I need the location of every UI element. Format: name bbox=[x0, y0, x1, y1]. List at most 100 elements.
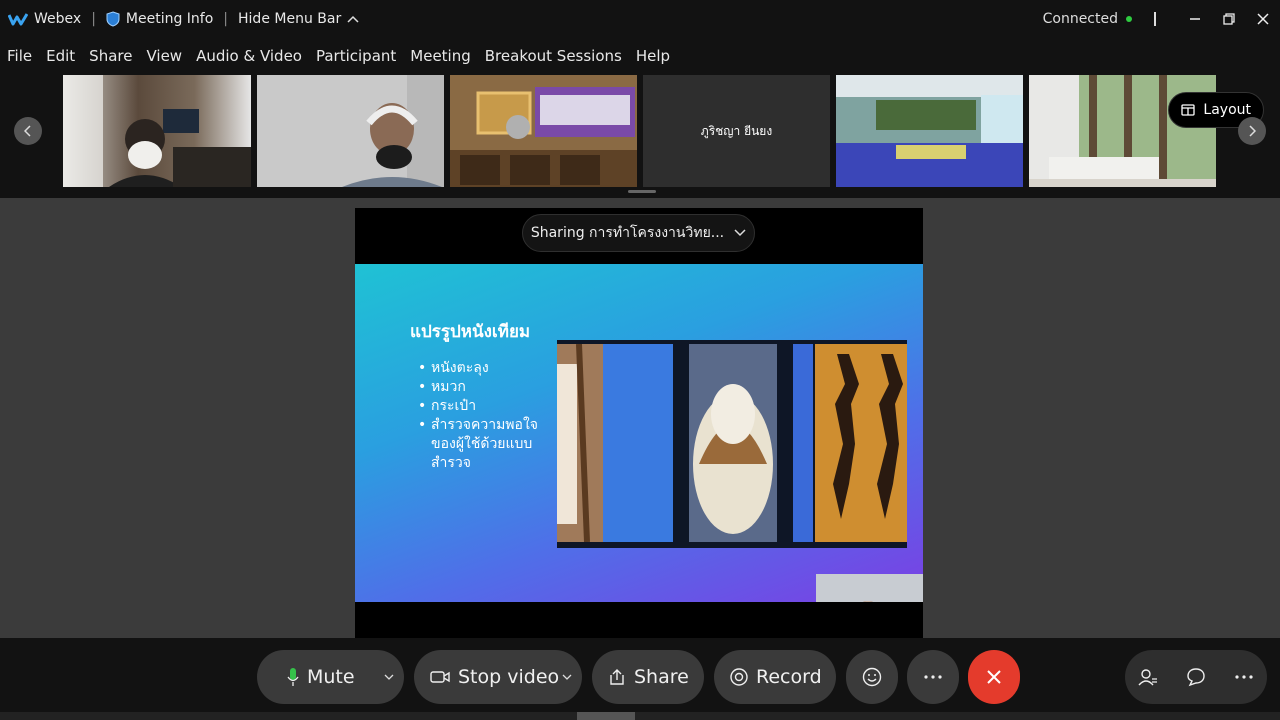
bottom-drag-handle[interactable] bbox=[577, 712, 635, 720]
minimize-button[interactable] bbox=[1178, 10, 1212, 29]
more-panels-button[interactable] bbox=[1221, 650, 1267, 704]
participants-panel-button[interactable] bbox=[1125, 650, 1171, 704]
shared-content-frame: Sharing การทำโครงงานวิทย... แปรรูปหนังเท… bbox=[355, 208, 923, 638]
app-logo: Webex bbox=[8, 11, 81, 27]
webex-logo-icon bbox=[8, 13, 28, 26]
more-options-button[interactable] bbox=[907, 650, 959, 704]
meeting-control-bar: Mute Stop video Share Record bbox=[0, 638, 1280, 720]
participant-video-image bbox=[257, 75, 444, 187]
slide-photo bbox=[603, 344, 673, 542]
slide-bullet: กระเป๋า bbox=[418, 397, 558, 416]
layout-icon bbox=[1181, 104, 1196, 116]
minimize-icon bbox=[1190, 17, 1200, 20]
menu-view[interactable]: View bbox=[146, 47, 182, 65]
slide-film-strip bbox=[557, 340, 907, 548]
participant-video-image bbox=[63, 75, 251, 187]
stop-video-button[interactable]: Stop video bbox=[414, 650, 582, 704]
participant-video-image bbox=[836, 75, 1023, 187]
participant-video-tile[interactable] bbox=[257, 75, 444, 187]
connection-status-label: Connected bbox=[1042, 11, 1118, 27]
stop-video-label: Stop video bbox=[458, 666, 560, 688]
meeting-info-button[interactable]: Meeting Info bbox=[106, 11, 213, 27]
sharing-label: Sharing การทำโครงงานวิทย... bbox=[530, 225, 725, 241]
participant-icon bbox=[1138, 669, 1157, 686]
share-icon bbox=[610, 669, 624, 685]
hide-menu-label: Hide Menu Bar bbox=[238, 11, 342, 27]
self-view-video[interactable] bbox=[816, 574, 923, 602]
microphone-icon bbox=[287, 668, 299, 686]
participant-name-tile[interactable]: ภูริชญา ยีนยง bbox=[643, 75, 830, 187]
slide-bullet: สำรวจความพอใจของผู้ใช้ด้วยแบบสำรวจ bbox=[418, 416, 558, 473]
sharing-dropdown[interactable]: Sharing การทำโครงงานวิทย... bbox=[522, 214, 755, 252]
participant-video-tile[interactable] bbox=[450, 75, 637, 187]
filmstrip-prev-button[interactable] bbox=[14, 117, 42, 145]
filmstrip-next-button[interactable] bbox=[1238, 117, 1266, 145]
chevron-down-icon[interactable] bbox=[384, 674, 394, 680]
meeting-info-label: Meeting Info bbox=[125, 11, 214, 27]
participant-filmstrip: ภูริชญา ยีนยง Layout bbox=[0, 74, 1280, 198]
slide-title: แปรรูปหนังเทียม bbox=[410, 322, 531, 342]
hide-menu-bar-button[interactable]: Hide Menu Bar bbox=[238, 11, 359, 27]
participant-video-tile[interactable] bbox=[836, 75, 1023, 187]
restore-button[interactable] bbox=[1212, 10, 1246, 29]
slide-photo bbox=[815, 344, 907, 542]
menu-breakout-sessions[interactable]: Breakout Sessions bbox=[485, 47, 622, 65]
menu-file[interactable]: File bbox=[7, 47, 32, 65]
presentation-slide: แปรรูปหนังเทียม หนังตะลุง หมวก กระเป๋า ส… bbox=[355, 264, 923, 602]
reactions-button[interactable] bbox=[846, 650, 898, 704]
share-button[interactable]: Share bbox=[592, 650, 704, 704]
slide-photo bbox=[793, 344, 813, 542]
menu-meeting[interactable]: Meeting bbox=[410, 47, 470, 65]
menu-share[interactable]: Share bbox=[89, 47, 132, 65]
more-horizontal-icon bbox=[1235, 675, 1253, 679]
more-horizontal-icon bbox=[924, 675, 942, 679]
taskbar-strip bbox=[0, 712, 1280, 720]
restore-icon bbox=[1223, 12, 1235, 25]
mute-button[interactable]: Mute bbox=[257, 650, 404, 704]
slide-bullet: หมวก bbox=[418, 378, 558, 397]
chat-bubble-icon bbox=[1187, 668, 1205, 687]
close-button[interactable] bbox=[1246, 10, 1280, 29]
slide-photo-image bbox=[689, 344, 777, 542]
menu-bar: File Edit Share View Audio & Video Parti… bbox=[0, 38, 1280, 74]
shield-icon bbox=[106, 11, 120, 27]
shadow-puppet-image bbox=[815, 344, 907, 542]
slide-bullet-list: หนังตะลุง หมวก กระเป๋า สำรวจความพอใจของผ… bbox=[418, 359, 558, 473]
close-icon bbox=[1257, 12, 1269, 25]
connection-status: Connected bbox=[1043, 11, 1132, 27]
webex-meeting-window: Webex | Meeting Info | Hide Menu Bar Con… bbox=[0, 0, 1280, 720]
share-label: Share bbox=[634, 666, 689, 688]
smiley-icon bbox=[862, 667, 882, 687]
chevron-up-icon bbox=[347, 15, 359, 23]
filmstrip-resize-handle[interactable] bbox=[628, 190, 656, 193]
self-view-image bbox=[816, 574, 923, 602]
slide-photo-image bbox=[557, 344, 603, 542]
chevron-down-icon bbox=[734, 229, 746, 237]
end-call-button[interactable] bbox=[968, 650, 1020, 704]
participant-name: ภูริชญา ยีนยง bbox=[700, 123, 773, 138]
slide-photo bbox=[689, 344, 777, 542]
status-dot-icon bbox=[1126, 16, 1132, 22]
chat-panel-button[interactable] bbox=[1173, 650, 1219, 704]
participant-video-tile[interactable] bbox=[63, 75, 251, 187]
record-label: Record bbox=[756, 666, 822, 688]
record-button[interactable]: Record bbox=[714, 650, 836, 704]
video-camera-icon bbox=[430, 671, 450, 683]
menu-audio-video[interactable]: Audio & Video bbox=[196, 47, 302, 65]
menu-help[interactable]: Help bbox=[636, 47, 670, 65]
chevron-down-icon[interactable] bbox=[562, 674, 572, 680]
close-icon bbox=[987, 670, 1001, 684]
network-indicator-icon bbox=[1154, 12, 1156, 26]
slide-photo bbox=[557, 344, 603, 542]
menu-edit[interactable]: Edit bbox=[46, 47, 75, 65]
panel-buttons-group bbox=[1125, 650, 1267, 704]
participant-video-image bbox=[450, 75, 637, 187]
app-name: Webex bbox=[34, 11, 82, 27]
chevron-left-icon bbox=[24, 125, 31, 137]
layout-label: Layout bbox=[1203, 102, 1251, 118]
record-icon bbox=[730, 668, 748, 686]
menu-participant[interactable]: Participant bbox=[316, 47, 396, 65]
meeting-stage: Sharing การทำโครงงานวิทย... แปรรูปหนังเท… bbox=[0, 198, 1280, 638]
title-bar: Webex | Meeting Info | Hide Menu Bar Con… bbox=[0, 0, 1280, 38]
chevron-right-icon bbox=[1249, 125, 1256, 137]
